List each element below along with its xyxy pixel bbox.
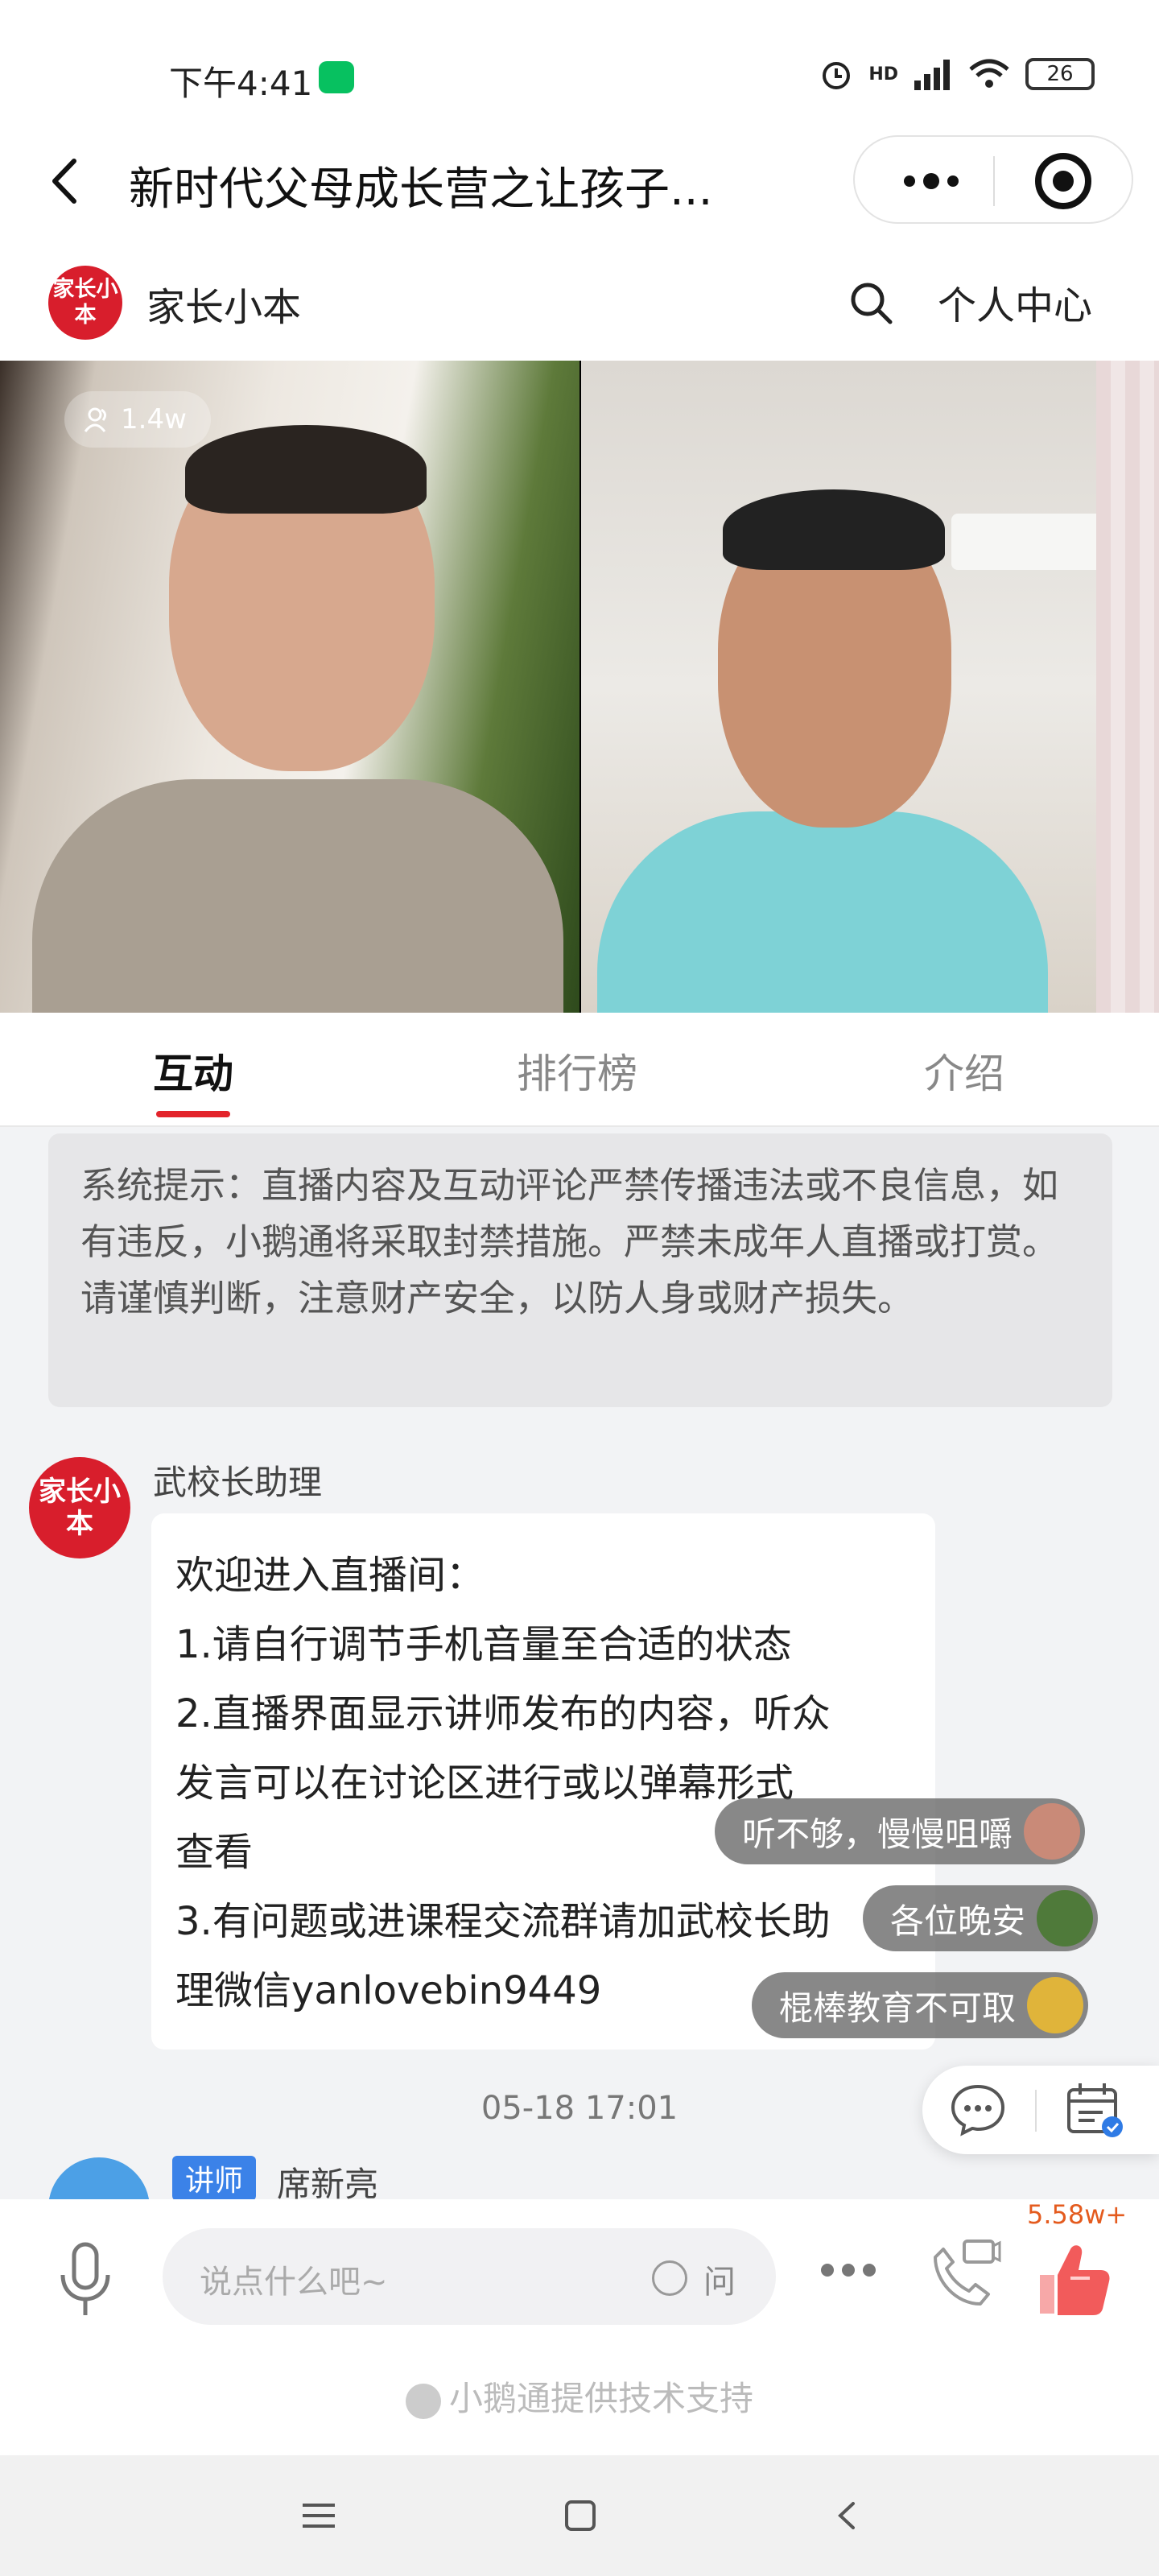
system-notice: 系统提示：直播内容及互动评论严禁传播违法或不良信息，如有违反，小鹅通将采取封禁措… bbox=[48, 1133, 1112, 1407]
message-line: 欢迎进入直播间： bbox=[175, 1553, 485, 1598]
viewer-count-badge: 1.4w bbox=[64, 391, 211, 448]
danmaku-avatar bbox=[1027, 1977, 1084, 2033]
status-bar: 下午4:41 HD 26 bbox=[0, 0, 1159, 121]
lecturer-message-row: 讲师 席新亮 bbox=[0, 2149, 1159, 2199]
back-arrow-icon[interactable] bbox=[39, 153, 95, 209]
tab-leaderboard[interactable]: 排行榜 bbox=[517, 1042, 637, 1100]
message-line: 1.请自行调节手机音量至合适的状态 bbox=[175, 1622, 792, 1667]
tab-interaction[interactable]: 互动 bbox=[153, 1042, 233, 1100]
shop-logo[interactable]: 家长小本 bbox=[48, 266, 122, 340]
wechat-icon bbox=[319, 61, 354, 93]
sender-avatar[interactable]: 家长小本 bbox=[29, 1457, 130, 1558]
message-line: 2.直播界面显示讲师发布的内容，听众 bbox=[175, 1691, 831, 1736]
lecturer-badge: 讲师 bbox=[172, 2156, 256, 2199]
microphone-icon[interactable] bbox=[56, 2240, 114, 2320]
danmaku-text: 听不够，慢慢咀嚼 bbox=[742, 1814, 1013, 1854]
network-label: HD bbox=[868, 64, 898, 85]
system-navigation-bar bbox=[0, 2455, 1159, 2576]
status-icons: HD 26 bbox=[819, 56, 1095, 92]
recent-apps-icon[interactable] bbox=[303, 2504, 335, 2535]
home-icon[interactable] bbox=[565, 2500, 596, 2531]
mini-program-capsule bbox=[853, 135, 1133, 224]
more-options-button[interactable] bbox=[887, 153, 975, 209]
search-icon[interactable] bbox=[847, 279, 895, 327]
viewer-count: 1.4w bbox=[121, 403, 187, 436]
host-video-left bbox=[0, 361, 580, 1013]
comment-placeholder: 说点什么吧~ bbox=[200, 2264, 388, 2301]
close-mini-program-button[interactable] bbox=[1035, 153, 1091, 209]
tab-bar: 互动 排行榜 介绍 bbox=[0, 1013, 1159, 1127]
battery-indicator: 26 bbox=[1025, 58, 1095, 90]
sender-name: 武校长助理 bbox=[153, 1463, 323, 1502]
floating-actions bbox=[922, 2066, 1159, 2154]
bottom-input-bar: 说点什么吧~ 问 5.58w+ 小鹅通提供技术支持 bbox=[0, 2199, 1159, 2455]
calendar-check-icon[interactable] bbox=[1064, 2080, 1125, 2140]
danmaku-item: 棍棒教育不可取 bbox=[752, 1972, 1089, 2038]
live-video-player[interactable]: 1.4w bbox=[0, 361, 1159, 1013]
page-title: 新时代父母成长营之让孩子... bbox=[129, 163, 713, 216]
xiaoetong-logo-icon bbox=[405, 2383, 441, 2419]
comment-input[interactable]: 说点什么吧~ 问 bbox=[163, 2228, 776, 2325]
lecturer-avatar[interactable] bbox=[48, 2157, 150, 2199]
call-phone-icon[interactable] bbox=[924, 2233, 1001, 2314]
danmaku-item: 各位晚安 bbox=[863, 1885, 1099, 1951]
tab-introduction[interactable]: 介绍 bbox=[924, 1042, 1004, 1100]
message-line: 3.有问题或进课程交流群请加武校长助 bbox=[175, 1899, 831, 1944]
danmaku-avatar bbox=[1024, 1803, 1081, 1860]
signal-icon bbox=[914, 60, 950, 90]
chat-bubble-icon[interactable] bbox=[950, 2083, 1006, 2136]
danmaku-text: 棍棒教育不可取 bbox=[779, 1988, 1017, 2028]
person-icon bbox=[84, 407, 107, 432]
tech-support-footer: 小鹅通提供技术支持 bbox=[0, 2372, 1159, 2421]
more-icon[interactable] bbox=[821, 2264, 876, 2277]
status-time: 下午4:41 bbox=[169, 64, 313, 103]
message-bubble: 欢迎进入直播间： 1.请自行调节手机音量至合适的状态 2.直播界面显示讲师发布的… bbox=[151, 1513, 935, 2050]
danmaku-avatar bbox=[1037, 1890, 1094, 1946]
shop-header: 家长小本 家长小本 个人中心 bbox=[0, 242, 1159, 361]
ask-question-radio[interactable] bbox=[652, 2260, 687, 2296]
guest-video-right bbox=[581, 361, 1159, 1013]
user-center-link[interactable]: 个人中心 bbox=[938, 274, 1092, 330]
thumbs-up-icon[interactable] bbox=[1033, 2238, 1114, 2318]
danmaku-item: 听不够，慢慢咀嚼 bbox=[715, 1798, 1086, 1864]
ask-question-label[interactable]: 问 bbox=[703, 2256, 736, 2302]
like-count: 5.58w+ bbox=[1027, 2199, 1128, 2230]
shop-name[interactable]: 家长小本 bbox=[146, 275, 301, 332]
danmaku-text: 各位晚安 bbox=[890, 1901, 1026, 1941]
lecturer-name: 席新亮 bbox=[277, 2165, 379, 2199]
wifi-icon bbox=[969, 59, 1009, 88]
tech-support-text: 小鹅通提供技术支持 bbox=[448, 2379, 753, 2418]
alarm-icon bbox=[823, 62, 851, 89]
active-tab-indicator bbox=[156, 1111, 230, 1117]
system-back-icon[interactable] bbox=[829, 2497, 866, 2534]
